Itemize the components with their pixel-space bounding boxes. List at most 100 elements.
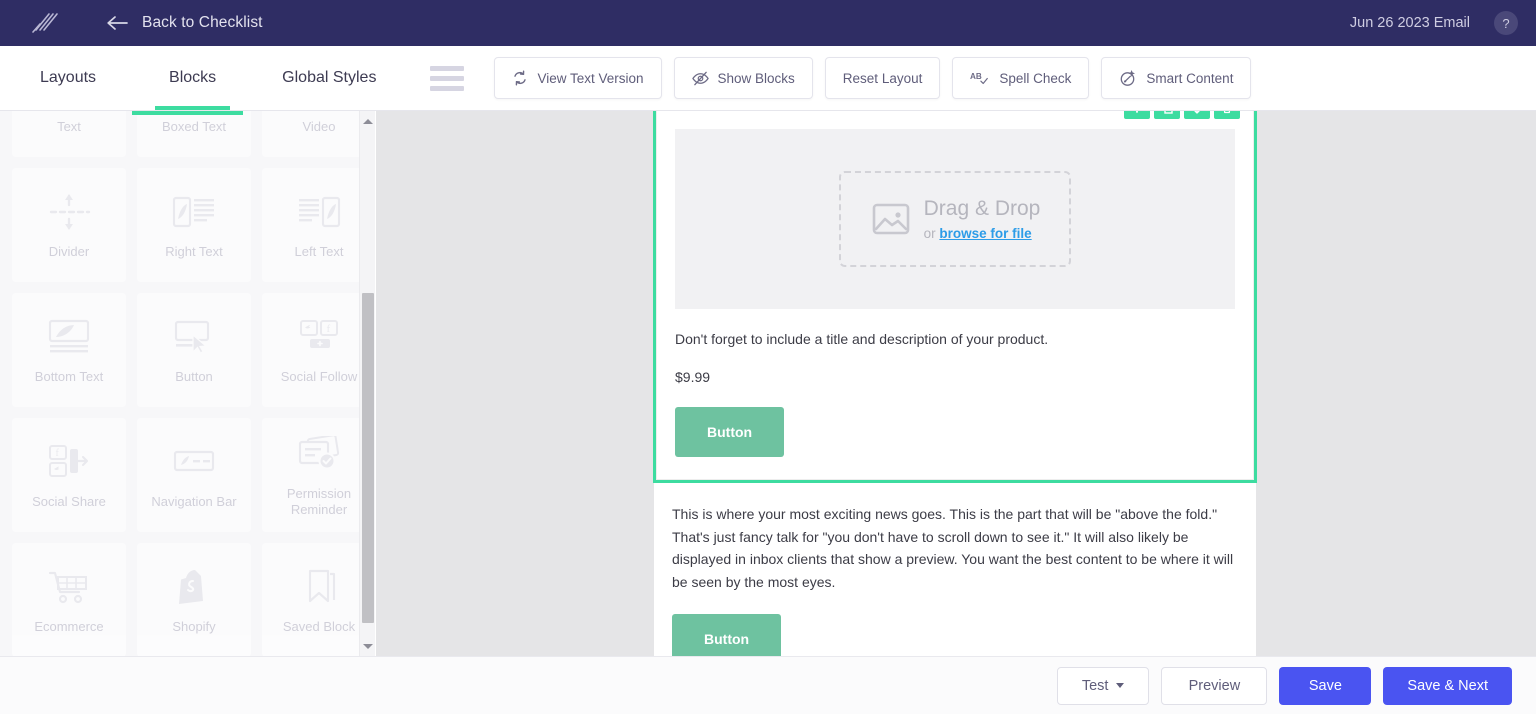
block-card-permission-reminder[interactable]: Permission Reminder — [262, 418, 359, 532]
back-to-checklist-link[interactable]: Back to Checklist — [142, 14, 263, 32]
selected-product-block[interactable]: Drag & Drop or browse for file Don't for… — [653, 111, 1257, 483]
test-label: Test — [1081, 677, 1109, 694]
product-block-inner: Drag & Drop or browse for file Don't for… — [656, 111, 1254, 480]
smart-content-label: Smart Content — [1146, 70, 1234, 86]
palette-active-accent — [132, 111, 243, 115]
block-label: Shopify — [172, 619, 216, 635]
back-arrow-icon[interactable] — [106, 16, 128, 30]
move-icon[interactable] — [1184, 111, 1210, 119]
toolbar-buttons: View Text Version Show Blocks Reset Layo… — [494, 57, 1252, 99]
block-card-ecommerce[interactable]: Ecommerce — [12, 543, 126, 656]
block-label: Boxed Text — [161, 119, 227, 135]
bookmark-icon — [299, 565, 339, 609]
block-card-divider[interactable]: Divider — [12, 168, 126, 282]
editor-toolbar: Layouts Blocks Global Styles View Text V… — [0, 46, 1536, 111]
refresh-cycle-icon — [514, 70, 527, 86]
save-button[interactable]: Save — [1279, 666, 1372, 705]
preview-button[interactable]: Preview — [1161, 666, 1268, 705]
permission-reminder-icon — [297, 432, 341, 476]
block-label: Saved Block — [282, 619, 356, 635]
view-text-version-button[interactable]: View Text Version — [494, 57, 662, 99]
block-palette: Text Boxed Text Video Divider Right Text… — [0, 111, 359, 656]
footer-action-bar: Test Preview Save Save & Next — [0, 656, 1536, 714]
block-label: Divider — [48, 244, 90, 260]
dropzone-inner[interactable]: Drag & Drop or browse for file — [839, 171, 1071, 267]
news-text[interactable]: This is where your most exciting news go… — [672, 503, 1238, 594]
block-label: Button — [175, 369, 213, 385]
scroll-up-arrow-icon[interactable] — [360, 113, 376, 129]
block-card-navigation-bar[interactable]: Navigation Bar — [137, 418, 251, 532]
news-cta-button[interactable]: Button — [672, 613, 782, 656]
palette-scrollbar-thumb[interactable] — [362, 293, 374, 623]
block-label: Permission Reminder — [286, 486, 352, 517]
app-logo[interactable] — [22, 10, 68, 36]
block-card-boxed-text[interactable]: Boxed Text — [137, 111, 251, 157]
reset-layout-label: Reset Layout — [842, 70, 923, 86]
help-icon[interactable]: ? — [1494, 11, 1518, 35]
palette-scrollbar[interactable] — [359, 111, 375, 656]
block-card-social-share[interactable]: f Social Share — [12, 418, 126, 532]
editor-tabs: Layouts Blocks Global Styles — [0, 46, 380, 110]
tab-blocks[interactable]: Blocks — [155, 46, 231, 110]
smart-content-button[interactable]: Smart Content — [1101, 57, 1252, 99]
product-cta-button[interactable]: Button — [675, 407, 785, 457]
block-label: Bottom Text — [34, 369, 104, 385]
block-label: Ecommerce — [34, 619, 104, 635]
block-card-video[interactable]: Video — [262, 111, 359, 157]
app-header: Back to Checklist Jun 26 2023 Email ? — [0, 0, 1536, 46]
eye-slash-icon — [691, 71, 709, 85]
show-blocks-label: Show Blocks — [717, 70, 795, 86]
right-text-icon — [172, 190, 216, 234]
social-follow-icon: f — [297, 315, 341, 359]
block-card-bottom-text[interactable]: Bottom Text — [12, 293, 126, 407]
spell-check-button[interactable]: AB Spell Check — [952, 57, 1090, 99]
tab-global-styles[interactable]: Global Styles — [278, 46, 380, 110]
product-price[interactable]: $9.99 — [675, 369, 1235, 385]
svg-text:AB: AB — [970, 72, 982, 81]
block-card-text[interactable]: Text — [12, 111, 126, 157]
scroll-down-arrow-icon[interactable] — [360, 638, 376, 654]
block-card-shopify[interactable]: Shopify — [137, 543, 251, 656]
hamburger-menu-icon[interactable] — [430, 65, 465, 91]
product-description[interactable]: Don't forget to include a title and desc… — [675, 331, 1235, 347]
bottom-text-icon — [47, 315, 91, 359]
block-card-social-follow[interactable]: f Social Follow — [262, 293, 359, 407]
shopify-bag-icon — [177, 565, 211, 609]
block-card-left-text[interactable]: Left Text — [262, 168, 359, 282]
news-block[interactable]: This is where your most exciting news go… — [654, 483, 1256, 656]
delete-icon[interactable] — [1214, 111, 1240, 119]
dropzone-or-label: or — [923, 226, 940, 242]
save-and-next-button[interactable]: Save & Next — [1383, 666, 1512, 705]
duplicate-icon[interactable] — [1154, 111, 1180, 119]
email-canvas: Drag & Drop or browse for file Don't for… — [376, 111, 1536, 656]
image-placeholder-icon — [872, 203, 909, 235]
block-label: Right Text — [165, 244, 223, 260]
image-dropzone[interactable]: Drag & Drop or browse for file — [675, 129, 1235, 309]
header-right-group: Jun 26 2023 Email ? — [1350, 11, 1518, 35]
chevron-down-icon — [1116, 683, 1125, 688]
block-label: Video — [302, 119, 336, 135]
show-blocks-button[interactable]: Show Blocks — [673, 57, 813, 99]
block-label: Left Text — [294, 244, 344, 260]
block-card-saved-block[interactable]: Saved Block — [262, 543, 359, 656]
dropzone-text: Drag & Drop or browse for file — [924, 197, 1041, 241]
block-label: Social Follow — [280, 369, 358, 385]
reset-layout-button[interactable]: Reset Layout — [824, 57, 941, 99]
navigation-bar-icon — [172, 440, 216, 484]
test-dropdown-button[interactable]: Test — [1056, 666, 1150, 705]
email-title: Jun 26 2023 Email — [1349, 15, 1470, 31]
tab-layouts[interactable]: Layouts — [36, 46, 100, 110]
svg-text:f: f — [327, 323, 331, 335]
block-card-button[interactable]: Button — [137, 293, 251, 407]
social-share-icon: f — [47, 440, 91, 484]
email-sheet: Drag & Drop or browse for file Don't for… — [653, 111, 1257, 656]
block-label: Navigation Bar — [151, 494, 237, 510]
dropzone-title: Drag & Drop — [923, 196, 1041, 220]
block-card-right-text[interactable]: Right Text — [137, 168, 251, 282]
svg-text:f: f — [56, 448, 60, 459]
browse-for-file-link[interactable]: browse for file — [939, 226, 1031, 241]
slash-logo-icon — [32, 13, 58, 33]
button-icon — [172, 315, 216, 359]
add-icon[interactable] — [1124, 111, 1150, 119]
shopping-cart-icon — [47, 565, 91, 609]
